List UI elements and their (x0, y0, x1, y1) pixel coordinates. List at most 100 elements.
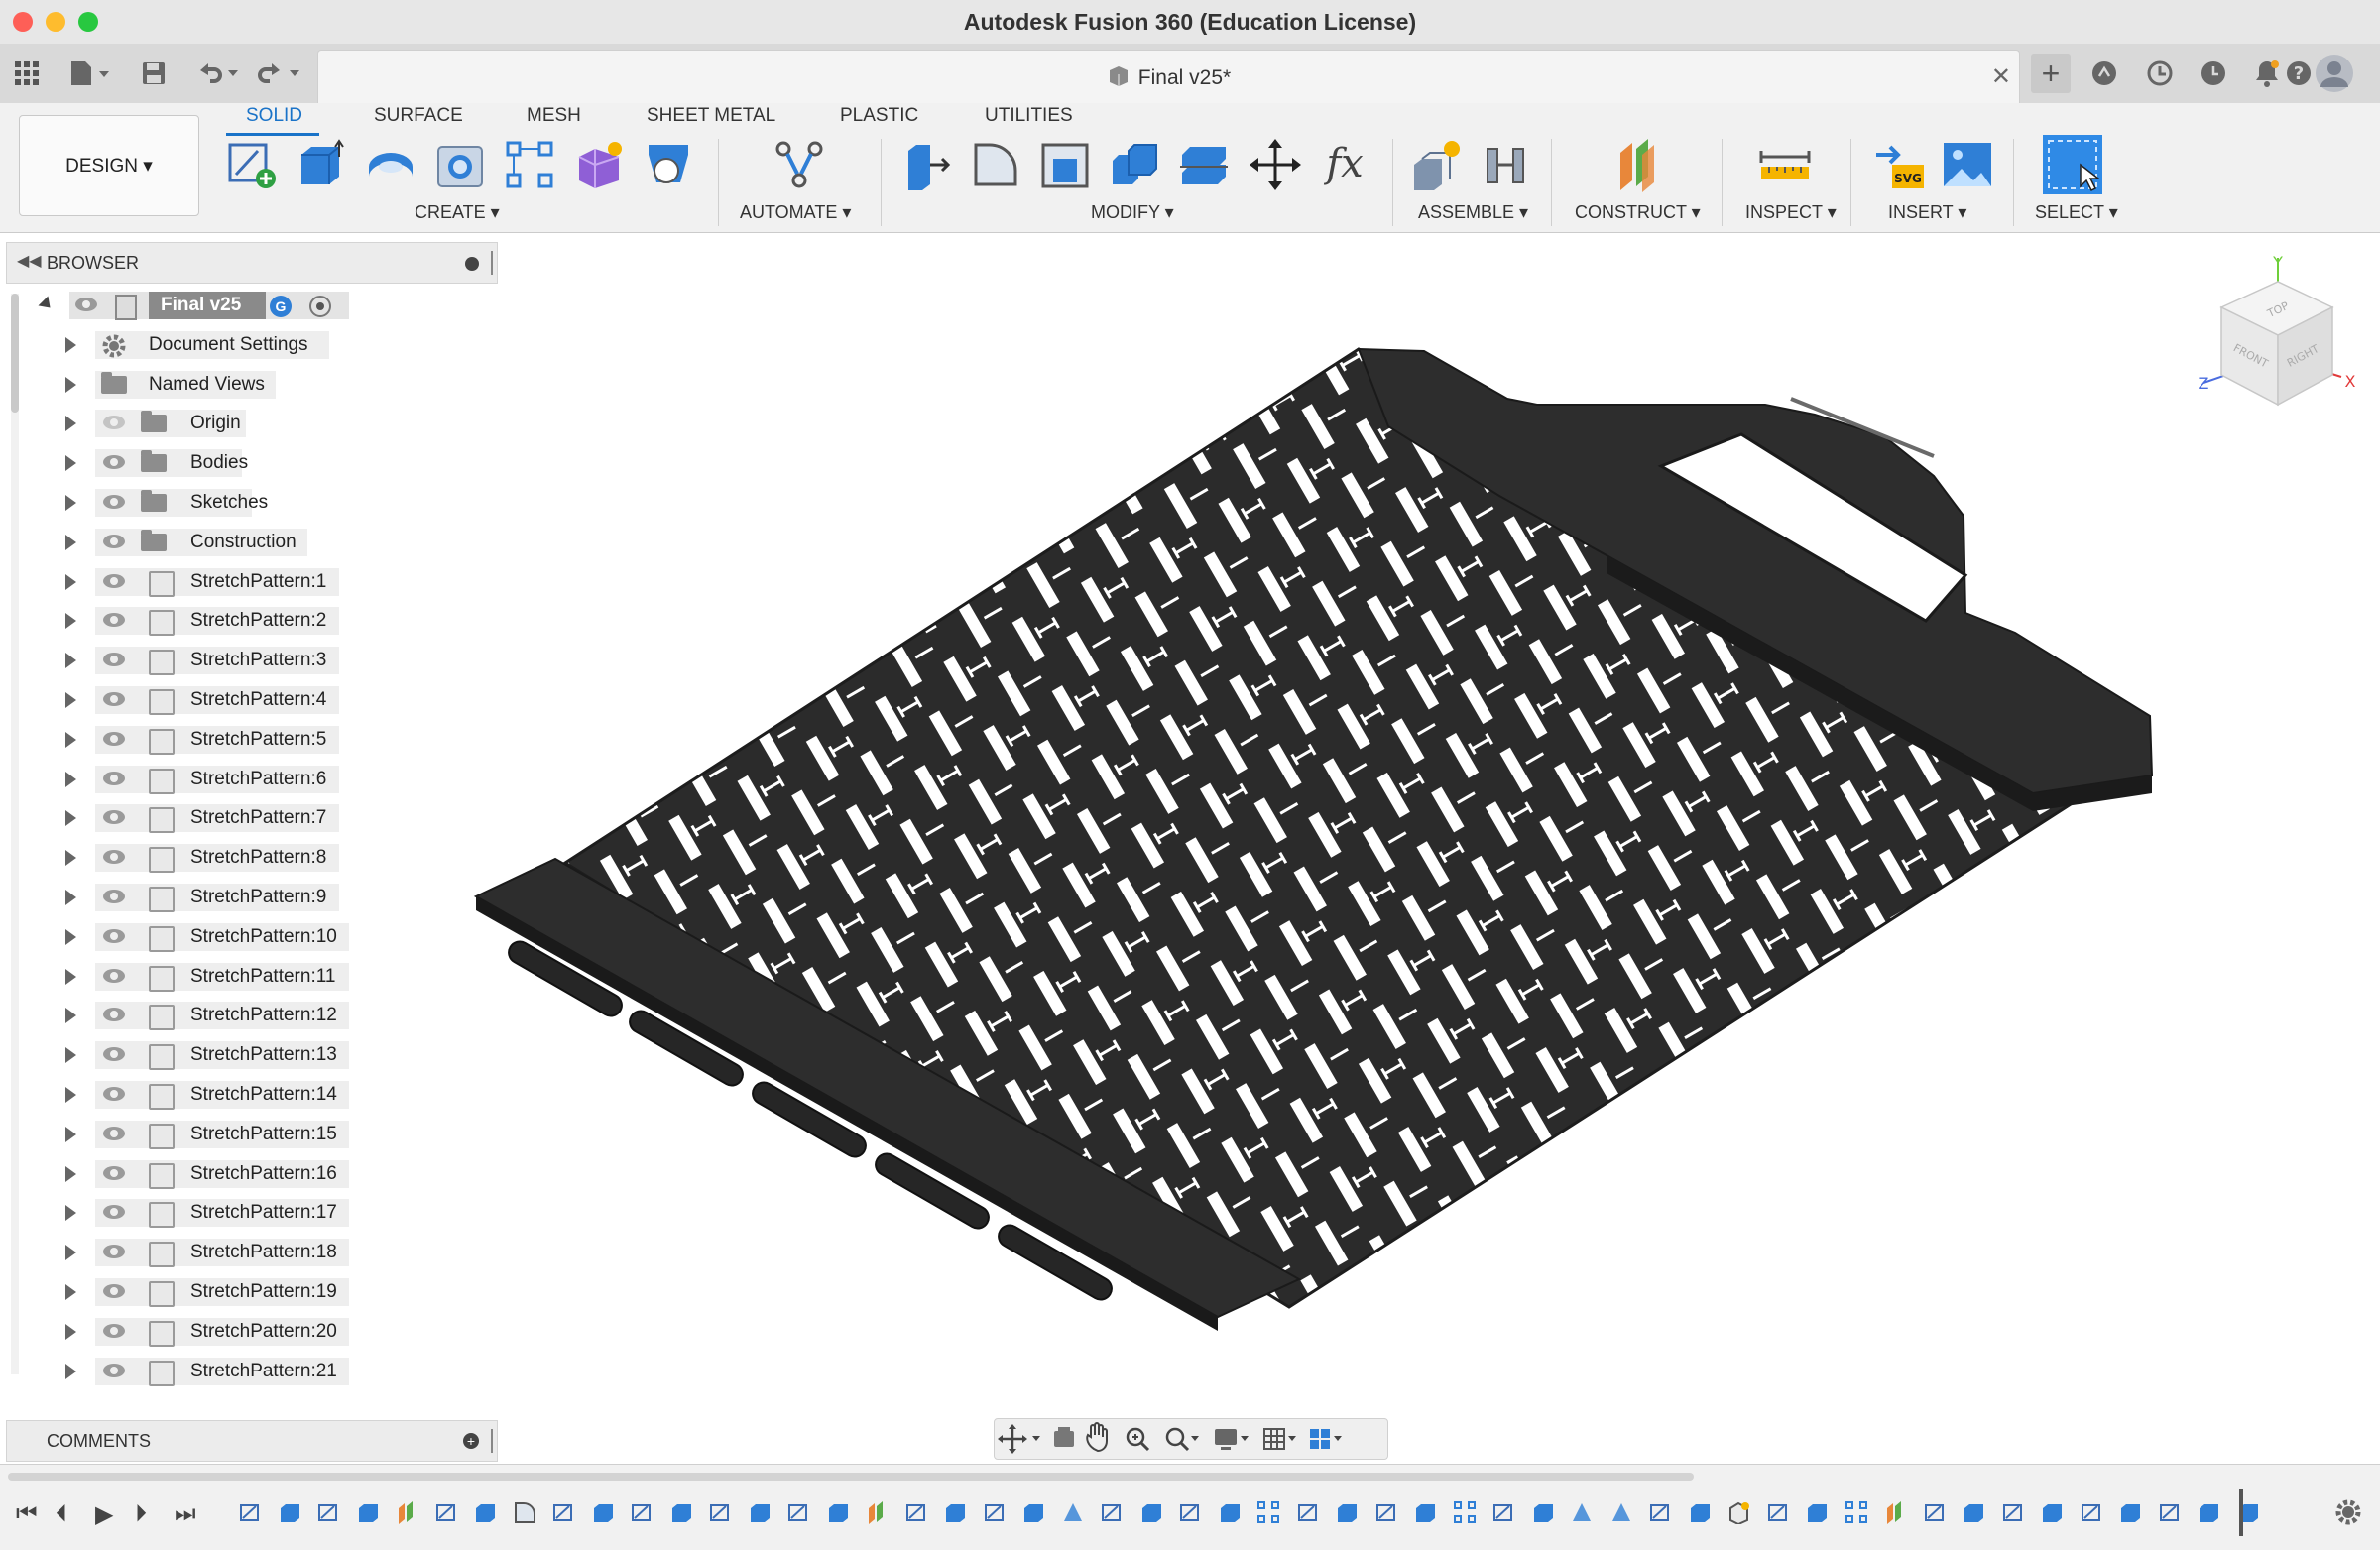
inspect-menu[interactable]: INSPECT ▾ (1745, 202, 1837, 223)
browser-tree-item[interactable]: Construction (6, 525, 496, 560)
model-viewport[interactable] (456, 298, 2182, 1349)
browser-tree-item[interactable]: StretchPattern:21 (6, 1354, 496, 1389)
browser-tree-item[interactable]: StretchPattern:19 (6, 1274, 496, 1310)
timeline-extrude-icon[interactable] (2197, 1500, 2220, 1524)
automate-menu[interactable]: AUTOMATE ▾ (740, 202, 851, 223)
apps-grid-icon[interactable] (12, 58, 42, 89)
browser-tree-item[interactable]: StretchPattern:11 (6, 959, 496, 995)
timeline-sketch-icon[interactable] (1100, 1500, 1124, 1524)
visibility-eye-icon[interactable] (103, 1323, 125, 1338)
expand-arrow-icon[interactable] (65, 1126, 76, 1142)
go-to-start-icon[interactable]: ⏮ (16, 1500, 38, 1528)
split-body-icon[interactable] (1176, 137, 1232, 192)
timeline-sketch-icon[interactable] (1296, 1500, 1320, 1524)
redo-icon[interactable] (256, 58, 305, 89)
browser-tree-item[interactable]: Sketches (6, 485, 496, 521)
timeline-sketch-icon[interactable] (2001, 1500, 2025, 1524)
browser-tree-item[interactable]: Document Settings (6, 327, 496, 363)
panel-pin-icon[interactable] (491, 251, 493, 275)
fillet-icon[interactable] (968, 137, 1023, 192)
expand-arrow-icon[interactable] (65, 1165, 76, 1182)
insert-menu[interactable]: INSERT ▾ (1888, 202, 1966, 223)
timeline-sketch-icon[interactable] (551, 1500, 575, 1524)
browser-tree-item[interactable]: StretchPattern:15 (6, 1117, 496, 1152)
parameters-icon[interactable]: fx (1317, 137, 1372, 192)
timeline-extrude-icon[interactable] (1335, 1500, 1359, 1524)
browser-tree-item[interactable]: StretchPattern:9 (6, 880, 496, 915)
grid-settings-icon[interactable] (1263, 1428, 1296, 1450)
expand-arrow-icon[interactable] (65, 1008, 76, 1024)
visibility-eye-icon[interactable] (103, 771, 125, 785)
expand-arrow-icon[interactable] (65, 1047, 76, 1064)
timeline-sketch-icon[interactable] (1766, 1500, 1790, 1524)
panel-minimize-icon[interactable] (465, 257, 479, 271)
add-comment-icon[interactable]: + (463, 1433, 479, 1449)
radio-activate-icon[interactable] (309, 296, 331, 317)
shell-icon[interactable] (1037, 137, 1093, 192)
timeline-construct-icon[interactable] (395, 1500, 418, 1524)
timeline-sketch-icon[interactable] (630, 1500, 654, 1524)
timeline-sketch-icon[interactable] (316, 1500, 340, 1524)
viewports-icon[interactable] (1310, 1429, 1342, 1449)
tree-root-row[interactable]: Final v25 G (6, 288, 496, 323)
timeline-sketch-icon[interactable] (2158, 1500, 2182, 1524)
move-copy-icon[interactable] (1248, 137, 1303, 192)
visibility-eye-icon[interactable] (103, 534, 125, 548)
visibility-eye-icon[interactable] (103, 692, 125, 706)
browser-tree-item[interactable]: StretchPattern:20 (6, 1314, 496, 1350)
timeline-form-icon[interactable] (1726, 1500, 1750, 1524)
collapse-arrow-icon[interactable] (38, 296, 56, 313)
create-sketch-icon[interactable] (224, 137, 280, 192)
timeline-sketch-icon[interactable] (904, 1500, 928, 1524)
display-settings-icon[interactable] (1215, 1429, 1249, 1450)
tab-solid[interactable]: SOLID (246, 105, 302, 127)
timeline-extrude-icon[interactable] (591, 1500, 615, 1524)
browser-tree-item[interactable]: StretchPattern:1 (6, 564, 496, 600)
timeline-fillet-icon[interactable] (513, 1500, 536, 1524)
timeline-combine-icon[interactable] (1609, 1500, 1633, 1524)
browser-tree-item[interactable]: StretchPattern:2 (6, 603, 496, 639)
timeline-pattern-icon[interactable] (1256, 1500, 1280, 1524)
tab-surface[interactable]: SURFACE (374, 105, 463, 127)
browser-tree-item[interactable]: StretchPattern:5 (6, 722, 496, 758)
expand-arrow-icon[interactable] (65, 968, 76, 985)
browser-tree-item[interactable]: StretchPattern:4 (6, 682, 496, 718)
job-status-icon[interactable] (2144, 58, 2176, 89)
create-form-icon[interactable] (571, 137, 627, 192)
press-pull-icon[interactable] (898, 137, 954, 192)
timeline-sketch-icon[interactable] (708, 1500, 732, 1524)
joint-icon[interactable] (1478, 137, 1533, 192)
timeline-extrude-icon[interactable] (1805, 1500, 1829, 1524)
expand-arrow-icon[interactable] (65, 1323, 76, 1340)
browser-tree-item[interactable]: StretchPattern:12 (6, 998, 496, 1033)
visibility-eye-icon[interactable] (103, 1284, 125, 1298)
timeline-extrude-icon[interactable] (278, 1500, 301, 1524)
step-back-icon[interactable]: ⏴ (56, 1500, 67, 1528)
timeline-extrude-icon[interactable] (1413, 1500, 1437, 1524)
tab-mesh[interactable]: MESH (527, 105, 581, 127)
extensions-icon[interactable] (2088, 58, 2120, 89)
timeline-sketch-icon[interactable] (2080, 1500, 2103, 1524)
browser-tree-item[interactable]: StretchPattern:18 (6, 1235, 496, 1270)
tab-plastic[interactable]: PLASTIC (840, 105, 918, 127)
step-forward-icon[interactable]: ⏵ (135, 1500, 147, 1528)
expand-arrow-icon[interactable] (65, 376, 76, 393)
create-menu[interactable]: CREATE ▾ (415, 202, 500, 223)
select-icon[interactable] (2041, 133, 2104, 196)
tab-sheet-metal[interactable]: SHEET METAL (647, 105, 775, 127)
help-icon[interactable]: ? (2283, 58, 2315, 89)
comments-panel[interactable]: COMMENTS + (6, 1420, 498, 1462)
timeline-extrude-icon[interactable] (1962, 1500, 1985, 1524)
modify-menu[interactable]: MODIFY ▾ (1091, 202, 1174, 223)
combine-icon[interactable] (1107, 137, 1162, 192)
visibility-eye-icon[interactable] (103, 890, 125, 903)
visibility-eye-icon[interactable] (103, 495, 125, 509)
timeline-combine-icon[interactable] (1061, 1500, 1085, 1524)
timeline-scroll-track[interactable] (8, 1473, 1694, 1481)
visibility-eye-icon[interactable] (103, 1087, 125, 1101)
zoom-icon[interactable] (1126, 1427, 1150, 1452)
visibility-eye-icon[interactable] (75, 298, 97, 311)
expand-arrow-icon[interactable] (65, 653, 76, 669)
notifications-icon[interactable] (2251, 58, 2283, 89)
select-menu[interactable]: SELECT ▾ (2035, 202, 2118, 223)
